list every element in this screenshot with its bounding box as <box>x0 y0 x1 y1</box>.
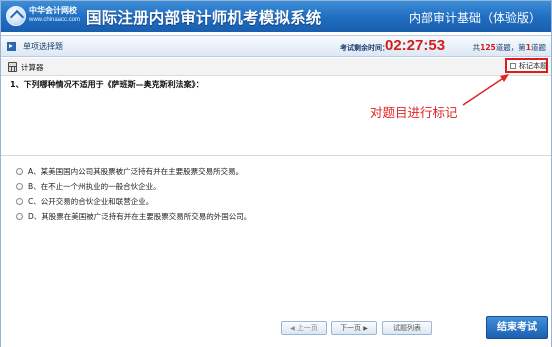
option-d-text[interactable]: D、其股票在美国被广泛持有并在主要股票交易所交易的外国公司。 <box>28 211 251 222</box>
mark-question-label[interactable]: 标记本题 <box>519 61 547 71</box>
option-c-radio[interactable] <box>16 198 23 205</box>
timer-value: 02:27:53 <box>385 37 446 54</box>
app-title: 国际注册内部审计师机考模拟系统 <box>86 9 322 27</box>
play-icon <box>7 42 16 51</box>
question-text: 1、下列哪种情况不适用于《萨班斯—奥克斯利法案》： <box>10 80 204 89</box>
end-exam-button[interactable]: 结束考试 <box>486 316 548 339</box>
next-page-button[interactable]: 下一页 ▶ <box>331 321 377 335</box>
option-b-radio[interactable] <box>16 183 23 190</box>
question-type-label: 单项选择题 <box>23 42 63 51</box>
question-progress: 共125道题，第1道题 <box>473 42 546 53</box>
right-arrow-icon: ▶ <box>363 325 368 332</box>
option-d[interactable]: D、其股票在美国被广泛持有并在主要股票交易所交易的外国公司。 <box>16 210 336 225</box>
option-b[interactable]: B、在不止一个州执业的一般合伙企业。 <box>16 180 336 195</box>
option-a[interactable]: A、某美国国内公司其股票被广泛持有并在主要股票交易所交易。 <box>16 165 336 180</box>
left-arrow-icon: ◀ <box>290 325 295 332</box>
next-page-label: 下一页 <box>340 324 362 332</box>
footer-bar: ◀ 上一页 下一页 ▶ 试题列表 结束考试 <box>1 312 551 347</box>
option-c[interactable]: C、公开交易的合伙企业和联营企业。 <box>16 195 336 210</box>
logo-icon <box>6 6 26 26</box>
question-list-button[interactable]: 试题列表 <box>382 321 432 335</box>
logo: 中华会计网校 www.chinaacc.com <box>6 5 80 29</box>
progress-prefix: 共 <box>472 43 481 52</box>
logo-text-cn: 中华会计网校 <box>29 6 77 15</box>
question-type-bar: 单项选择题 考试剩余时间： 02:27:53 共125道题，第1道题 <box>1 35 551 57</box>
option-c-text[interactable]: C、公开交易的合伙企业和联营企业。 <box>28 196 153 207</box>
app-header: 中华会计网校 www.chinaacc.com 国际注册内部审计师机考模拟系统 … <box>1 1 551 32</box>
answer-options: A、某美国国内公司其股票被广泛持有并在主要股票交易所交易。 B、在不止一个州执业… <box>16 165 336 225</box>
option-a-radio[interactable] <box>16 168 23 175</box>
annotation-text: 对题目进行标记 <box>370 105 458 120</box>
total-count: 125 <box>480 43 496 52</box>
subject-title: 内部审计基础（体验版） <box>408 11 541 25</box>
option-d-radio[interactable] <box>16 213 23 220</box>
prev-page-button[interactable]: ◀ 上一页 <box>281 321 327 335</box>
option-a-text[interactable]: A、某美国国内公司其股票被广泛持有并在主要股票交易所交易。 <box>28 166 243 177</box>
calculator-button[interactable]: 计算器 <box>21 62 44 73</box>
logo-text-en: www.chinaacc.com <box>29 17 81 23</box>
exam-window: 中华会计网校 www.chinaacc.com 国际注册内部审计师机考模拟系统 … <box>0 0 552 347</box>
divider <box>1 155 551 156</box>
prev-page-label: 上一页 <box>296 324 318 332</box>
option-b-text[interactable]: B、在不止一个州执业的一般合伙企业。 <box>28 181 161 192</box>
timer-label: 考试剩余时间： <box>340 44 389 52</box>
progress-middle: 道题，第 <box>495 43 526 52</box>
annotation-arrow-icon <box>462 74 509 106</box>
progress-suffix: 道题 <box>531 43 546 52</box>
calculator-icon[interactable] <box>8 62 17 72</box>
